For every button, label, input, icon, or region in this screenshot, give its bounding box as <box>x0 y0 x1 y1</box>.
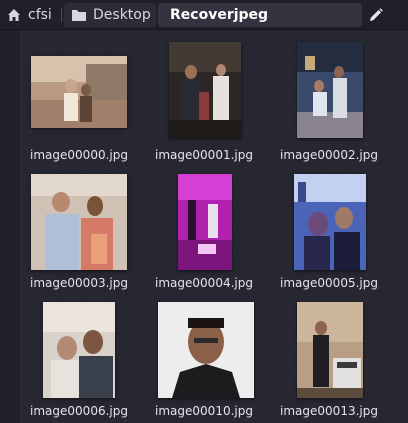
file-item[interactable]: image00010.jpg <box>138 296 270 423</box>
path-bar: cfsi Desktop Recoverjpeg <box>0 0 408 30</box>
breadcrumb-current[interactable]: Recoverjpeg <box>158 3 362 27</box>
home-icon <box>8 9 20 21</box>
file-manager-window: cfsi Desktop Recoverjpeg image00000.jpg … <box>0 0 408 423</box>
file-name: image00006.jpg <box>30 404 128 418</box>
thumbnail-image <box>297 302 363 398</box>
file-item[interactable]: image00013.jpg <box>263 296 395 423</box>
file-item[interactable]: image00000.jpg <box>13 39 145 169</box>
edit-location-button[interactable] <box>364 3 388 27</box>
breadcrumb-current-label: Recoverjpeg <box>170 7 269 23</box>
file-item[interactable]: image00005.jpg <box>263 168 395 298</box>
file-name: image00013.jpg <box>280 404 378 418</box>
file-name: image00001.jpg <box>155 148 253 162</box>
file-name: image00005.jpg <box>280 276 378 290</box>
thumbnail-image <box>178 174 232 270</box>
thumbnail-image <box>297 42 363 138</box>
file-item[interactable]: image00004.jpg <box>138 168 270 298</box>
file-grid: image00000.jpg image00001.jpg image00002… <box>0 30 408 423</box>
file-item[interactable]: image00003.jpg <box>13 168 145 298</box>
file-name: image00004.jpg <box>155 276 253 290</box>
file-name: image00000.jpg <box>30 148 128 162</box>
pencil-icon <box>370 8 383 21</box>
thumbnail-image <box>158 302 254 398</box>
file-name: image00002.jpg <box>280 148 378 162</box>
thumbnail-image <box>294 174 366 270</box>
file-name: image00003.jpg <box>30 276 128 290</box>
file-item[interactable]: image00002.jpg <box>263 39 395 169</box>
thumbnail-image <box>43 302 115 398</box>
breadcrumb-home-label: cfsi <box>28 7 52 23</box>
breadcrumb-separator <box>61 8 62 22</box>
thumbnail-image <box>31 56 127 128</box>
breadcrumb-home[interactable]: cfsi <box>2 3 60 27</box>
file-item[interactable]: image00006.jpg <box>13 296 145 423</box>
breadcrumb-desktop[interactable]: Desktop <box>64 3 156 27</box>
file-item[interactable]: image00001.jpg <box>138 39 270 169</box>
breadcrumb-desktop-label: Desktop <box>93 7 151 23</box>
file-name: image00010.jpg <box>155 404 253 418</box>
folder-icon <box>72 10 86 21</box>
thumbnail-image <box>31 174 127 270</box>
thumbnail-image <box>169 42 241 138</box>
